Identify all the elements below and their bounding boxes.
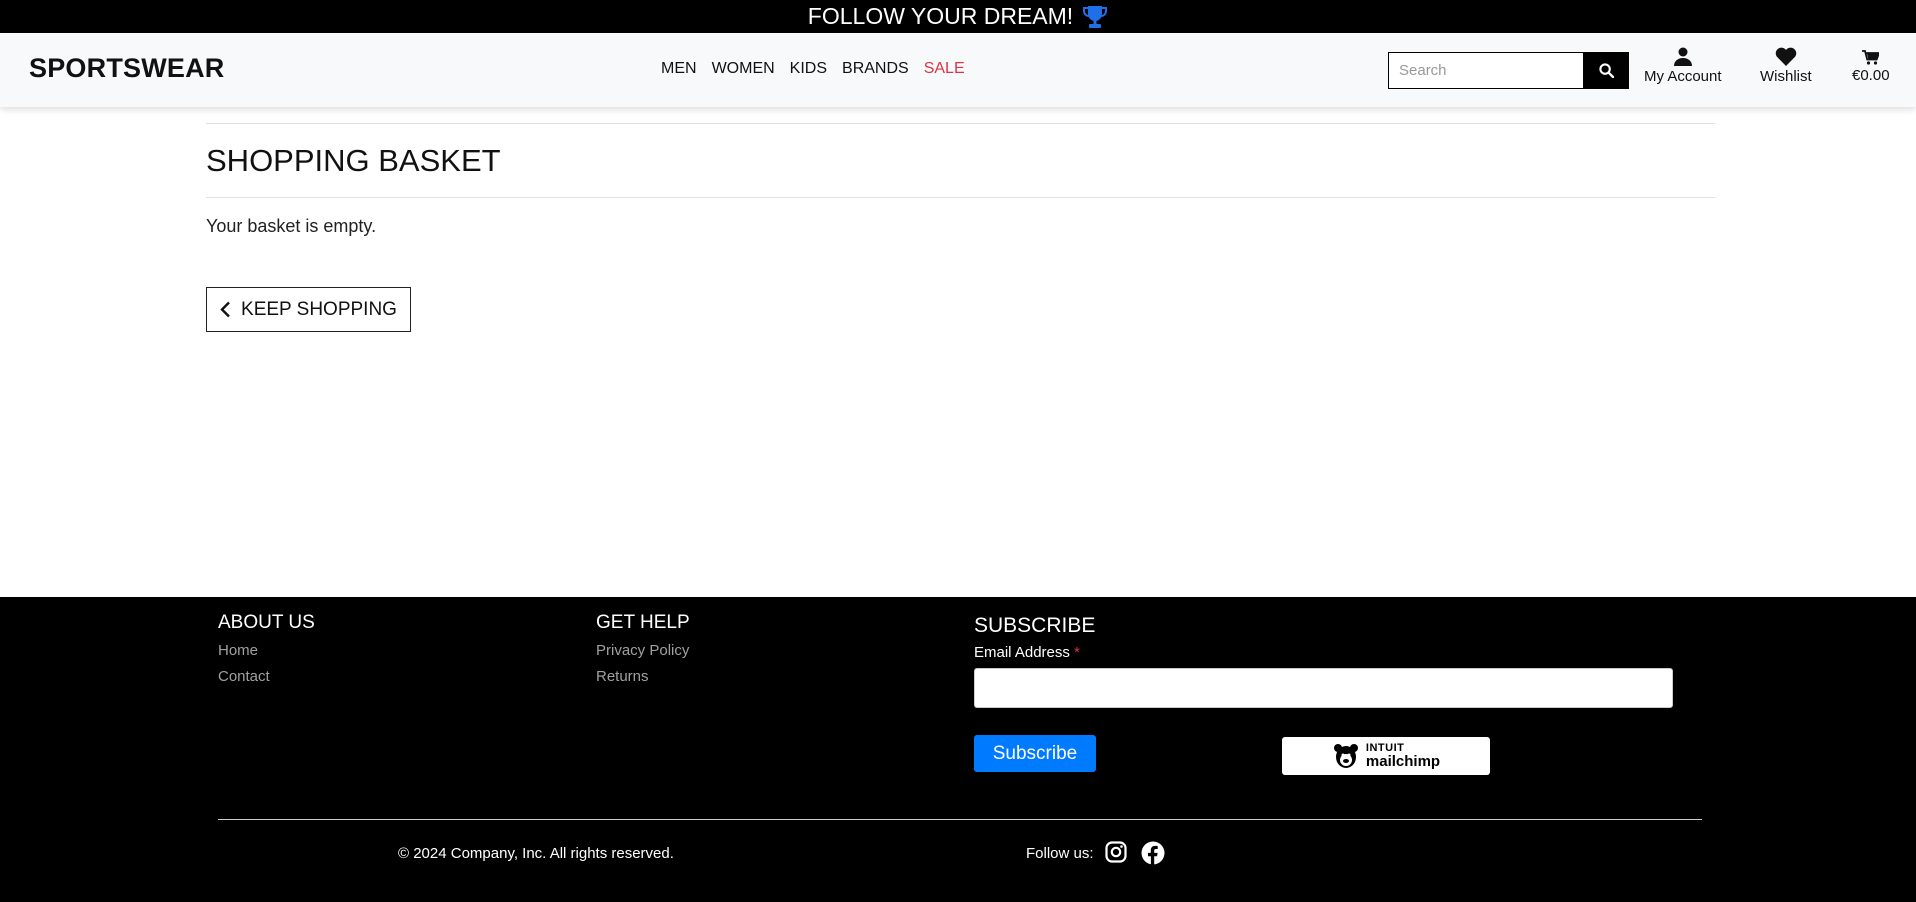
empty-basket-message: Your basket is empty. — [206, 216, 377, 236]
mailchimp-wordmark: INTUIT mailchimp — [1365, 742, 1441, 770]
search-icon — [1599, 63, 1614, 78]
email-field[interactable] — [974, 668, 1673, 708]
footer: ABOUT US Home Contact GET HELP Privacy P… — [0, 597, 1916, 902]
user-icon — [1673, 47, 1692, 66]
search-input[interactable] — [1388, 52, 1584, 89]
menu-item-women[interactable]: WOMEN — [712, 60, 775, 78]
email-label: Email Address * — [974, 644, 1080, 661]
page-title: SHOPPING BASKET — [206, 143, 501, 178]
mailchimp-badge[interactable]: INTUIT mailchimp — [1282, 737, 1490, 775]
navbar: SPORTSWEAR MEN WOMEN KIDS BRANDS SALE My… — [0, 33, 1916, 107]
facebook-icon[interactable] — [1141, 841, 1165, 870]
copyright-text: © 2024 Company, Inc. All rights reserved… — [398, 845, 674, 862]
footer-heading-help: GET HELP — [596, 612, 690, 633]
brand-logo[interactable]: SPORTSWEAR — [29, 53, 225, 84]
menu-item-sale[interactable]: SALE — [924, 60, 965, 78]
menu-item-brands[interactable]: BRANDS — [842, 60, 909, 78]
trophy-icon — [1082, 5, 1108, 29]
footer-divider — [218, 819, 1702, 820]
footer-help: GET HELP Privacy Policy Returns — [596, 612, 690, 685]
required-marker: * — [1074, 644, 1080, 661]
footer-heading-subscribe: SUBSCRIBE — [974, 614, 1096, 637]
keep-shopping-button[interactable]: KEEP SHOPPING — [206, 287, 411, 332]
divider — [206, 197, 1715, 198]
basket-total: €0.00 — [1852, 67, 1890, 84]
follow-us-label: Follow us: — [1026, 845, 1094, 862]
footer-heading-about: ABOUT US — [218, 612, 315, 633]
heart-icon — [1775, 47, 1797, 66]
divider — [206, 123, 1715, 124]
instagram-icon[interactable] — [1105, 841, 1127, 868]
keep-shopping-label: KEEP SHOPPING — [241, 298, 397, 320]
footer-link-returns[interactable]: Returns — [596, 668, 690, 685]
basket-content: SHOPPING BASKET Your basket is empty. KE… — [206, 123, 1715, 332]
my-account-label: My Account — [1644, 68, 1722, 85]
my-account-link[interactable]: My Account — [1644, 47, 1722, 85]
subscribe-button[interactable]: Subscribe — [974, 735, 1096, 772]
footer-link-home[interactable]: Home — [218, 642, 315, 659]
footer-link-privacy[interactable]: Privacy Policy — [596, 642, 690, 659]
footer-link-contact[interactable]: Contact — [218, 668, 315, 685]
main-menu: MEN WOMEN KIDS BRANDS SALE — [661, 60, 965, 78]
search-button[interactable] — [1584, 52, 1629, 89]
mailchimp-icon — [1333, 744, 1358, 768]
subscribe-form: SUBSCRIBE Email Address * Subscribe INTU… — [974, 614, 1674, 775]
wishlist-label: Wishlist — [1760, 68, 1812, 85]
menu-item-kids[interactable]: KIDS — [790, 60, 827, 78]
basket-link[interactable]: €0.00 — [1852, 50, 1890, 84]
menu-item-men[interactable]: MEN — [661, 60, 697, 78]
promo-banner: FOLLOW YOUR DREAM! — [0, 0, 1916, 33]
footer-about: ABOUT US Home Contact — [218, 612, 315, 685]
banner-text: FOLLOW YOUR DREAM! — [807, 3, 1074, 29]
chevron-left-icon — [220, 301, 230, 318]
wishlist-link[interactable]: Wishlist — [1760, 47, 1812, 85]
search-form — [1388, 52, 1629, 89]
cart-icon — [1862, 50, 1880, 65]
